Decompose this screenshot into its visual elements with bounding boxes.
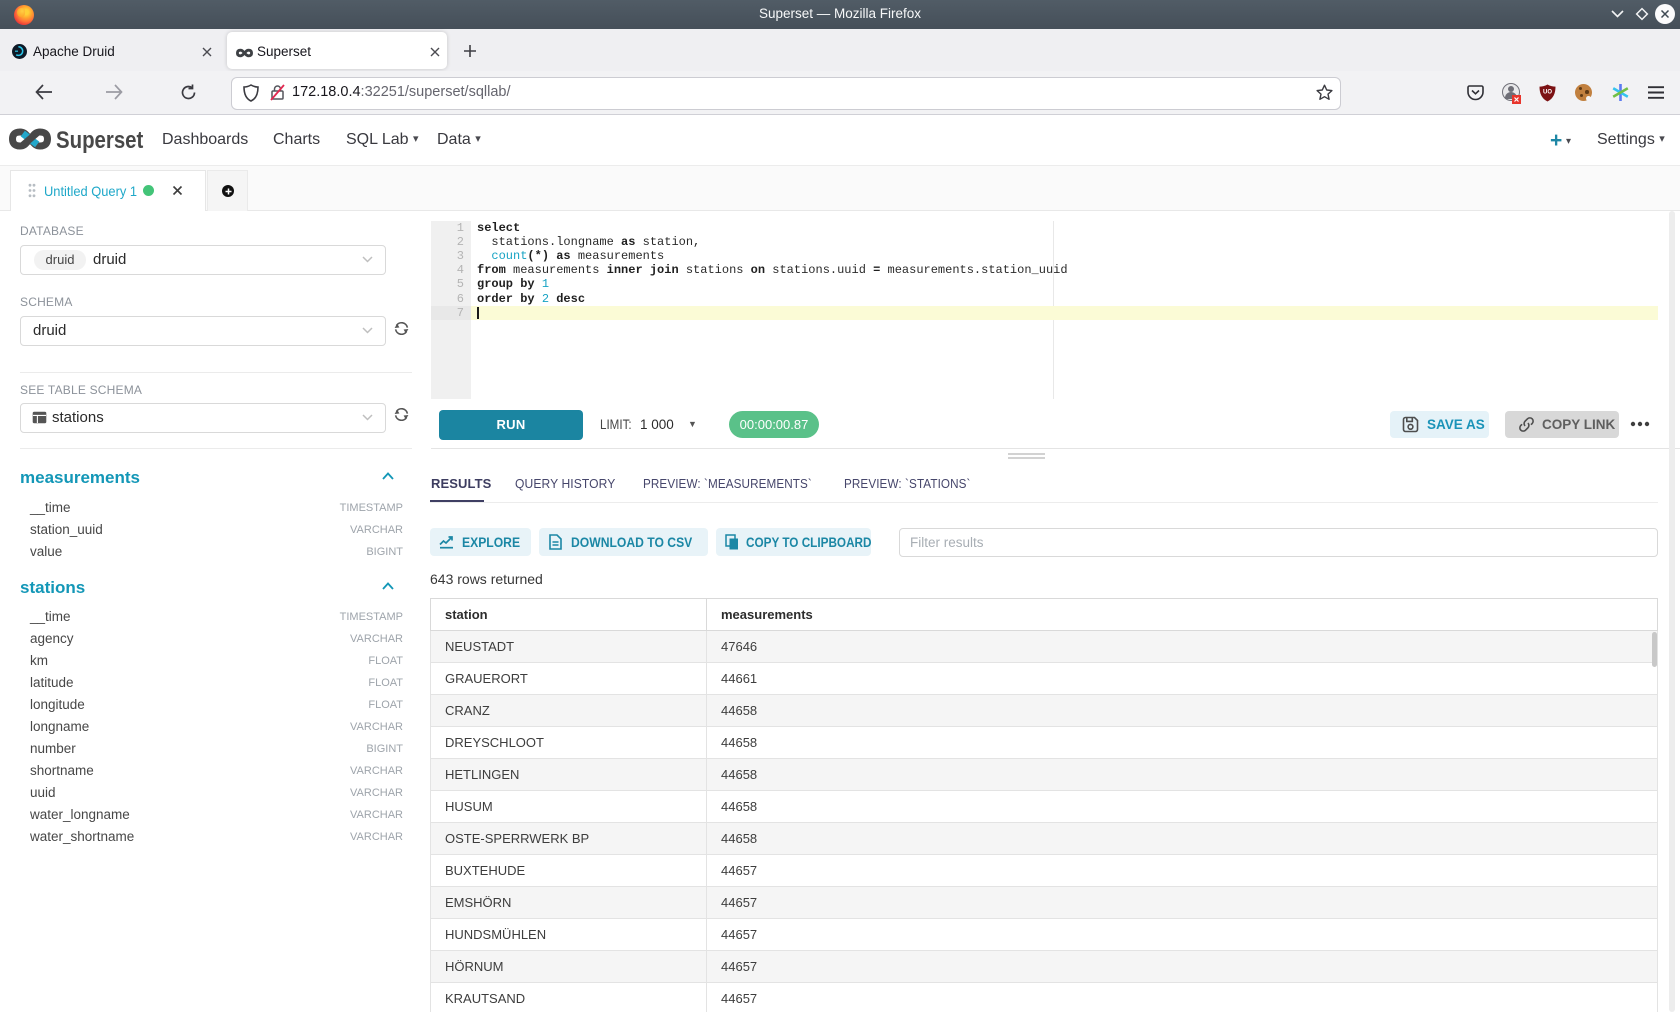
svg-text:UO: UO [1543,90,1552,96]
